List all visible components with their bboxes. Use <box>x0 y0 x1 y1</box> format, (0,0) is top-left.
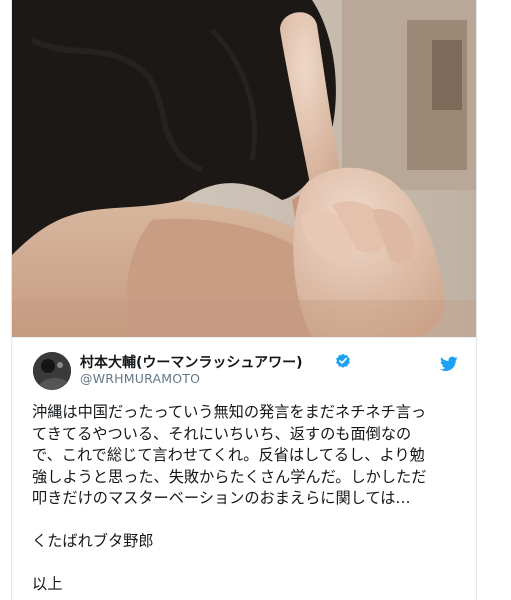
tweet-text: 沖縄は中国だったっていう無知の発言をまだネチネチ言っ てきてるやついる、それにい… <box>32 402 460 596</box>
tweet-text-line: 沖縄は中国だったっていう無知の発言をまだネチネチ言っ <box>32 403 427 421</box>
avatar-icon[interactable] <box>33 352 71 390</box>
tweet-text-line: で、これで総じて言わせてくれ。反省はしてるし、より勉 <box>32 446 425 464</box>
user-handle[interactable]: @WRHMURAMOTO <box>80 371 200 386</box>
display-name[interactable]: 村本大輔(ウーマンラッシュアワー) <box>80 352 303 372</box>
tweet-card: 村本大輔(ウーマンラッシュアワー) @WRHMURAMOTO 沖縄は中国だったっ… <box>11 0 477 600</box>
tweet-text-line: 叩きだけのマスターベーションのおまえらに関しては… <box>32 489 411 507</box>
tweet-text-closing: くたばれブタ野郎 <box>32 532 154 550</box>
tweet-content: 村本大輔(ウーマンラッシュアワー) @WRHMURAMOTO 沖縄は中国だったっ… <box>12 337 476 600</box>
tweet-text-line: 強しようと思った、失敗からたくさん学んだ。しかしただ <box>32 467 427 486</box>
tweet-photo[interactable] <box>12 0 476 337</box>
verified-badge-icon <box>336 353 350 368</box>
twitter-bird-icon[interactable] <box>440 356 458 372</box>
tweet-text-signoff: 以上 <box>32 575 63 593</box>
tweet-photo-image <box>12 0 476 337</box>
tweet-text-line: てきてるやついる、それにいちいち、返すのも面倒なの <box>32 424 412 443</box>
